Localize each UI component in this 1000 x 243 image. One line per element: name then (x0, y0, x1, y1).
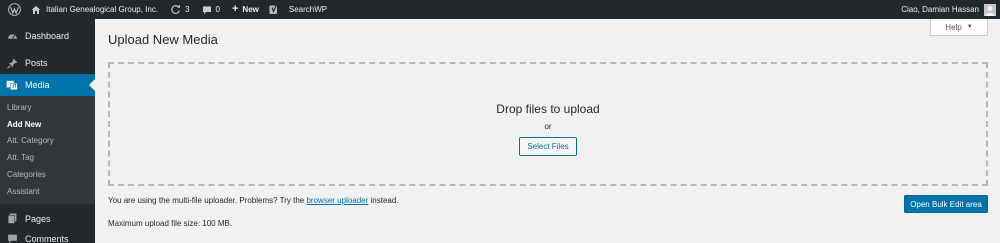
help-button[interactable]: Help ▼ (930, 19, 988, 36)
admin-sidebar: Dashboard Posts Media Library Add New At… (0, 19, 95, 243)
sidebar-item-label: Posts (25, 58, 48, 68)
greeting: Ciao, Damian Hassan (901, 5, 979, 14)
pages-icon (6, 213, 18, 225)
wordpress-logo-icon[interactable] (3, 0, 25, 19)
browser-uploader-link[interactable]: browser uploader (306, 196, 368, 205)
submenu-item-assistant[interactable]: Assistant (0, 183, 95, 200)
open-bulk-edit-button[interactable]: Open Bulk Edit area (904, 195, 988, 213)
sidebar-item-posts[interactable]: Posts (0, 52, 95, 74)
avatar (984, 3, 996, 16)
sidebar-item-label: Comments (25, 233, 69, 243)
submenu-item-att-tag[interactable]: Att. Tag (0, 149, 95, 166)
new-label: New (242, 5, 259, 14)
home-icon (31, 5, 41, 14)
uploader-note-suffix: instead. (368, 196, 399, 205)
select-files-button[interactable]: Select Files (519, 137, 577, 156)
help-label: Help (945, 22, 962, 32)
sidebar-item-media[interactable]: Media (0, 74, 95, 96)
submenu-item-add-new[interactable]: Add New (0, 116, 95, 133)
media-submenu: Library Add New Att. Category Att. Tag C… (0, 96, 95, 204)
my-account[interactable]: Ciao, Damian Hassan (901, 3, 1000, 16)
plus-icon: + (231, 3, 239, 15)
media-icon (6, 79, 18, 91)
site-name: Italian Genealogical Group, Inc. (46, 5, 159, 14)
submenu-item-att-category[interactable]: Att. Category (0, 133, 95, 150)
comments-count: 0 (215, 5, 220, 14)
submenu-item-categories[interactable]: Categories (0, 166, 95, 183)
drop-files-title: Drop files to upload (496, 102, 600, 116)
drop-or-text: or (544, 122, 552, 131)
site-name-link[interactable]: Italian Genealogical Group, Inc. (25, 0, 164, 19)
sidebar-item-pages[interactable]: Pages (0, 209, 95, 229)
dashboard-icon (6, 30, 18, 42)
updates-count: 3 (185, 5, 190, 14)
uploader-note: You are using the multi-file uploader. P… (108, 196, 399, 205)
comments-icon (6, 233, 18, 243)
comments-link[interactable]: 0 (196, 0, 226, 19)
sidebar-item-label: Pages (25, 213, 51, 224)
max-upload-size: Maximum upload file size: 100 MB. (108, 219, 233, 228)
yoast-icon[interactable] (265, 0, 283, 19)
sidebar-item-comments[interactable]: Comments (0, 229, 95, 243)
uploader-note-prefix: You are using the multi-file uploader. P… (108, 196, 307, 205)
sidebar-item-label: Media (25, 80, 50, 90)
submenu-item-library[interactable]: Library (0, 99, 95, 116)
searchwp-label: SearchWP (288, 5, 328, 14)
page-title: Upload New Media (108, 32, 218, 47)
searchwp-link[interactable]: SearchWP (283, 0, 333, 19)
caret-down-icon: ▼ (966, 24, 973, 30)
sidebar-item-label: Dashboard (25, 31, 70, 41)
pin-icon (6, 57, 18, 69)
comments-icon (202, 6, 211, 14)
updates-link[interactable]: 3 (164, 0, 195, 19)
new-content-link[interactable]: + New (226, 0, 265, 19)
admin-bar: Italian Genealogical Group, Inc. 3 0 + N… (0, 0, 1000, 19)
drop-zone[interactable]: Drop files to upload or Select Files (108, 62, 988, 186)
updates-icon (171, 5, 180, 14)
main-content: Upload New Media Help ▼ Drop files to up… (95, 19, 1000, 243)
sidebar-item-dashboard[interactable]: Dashboard (0, 25, 95, 47)
